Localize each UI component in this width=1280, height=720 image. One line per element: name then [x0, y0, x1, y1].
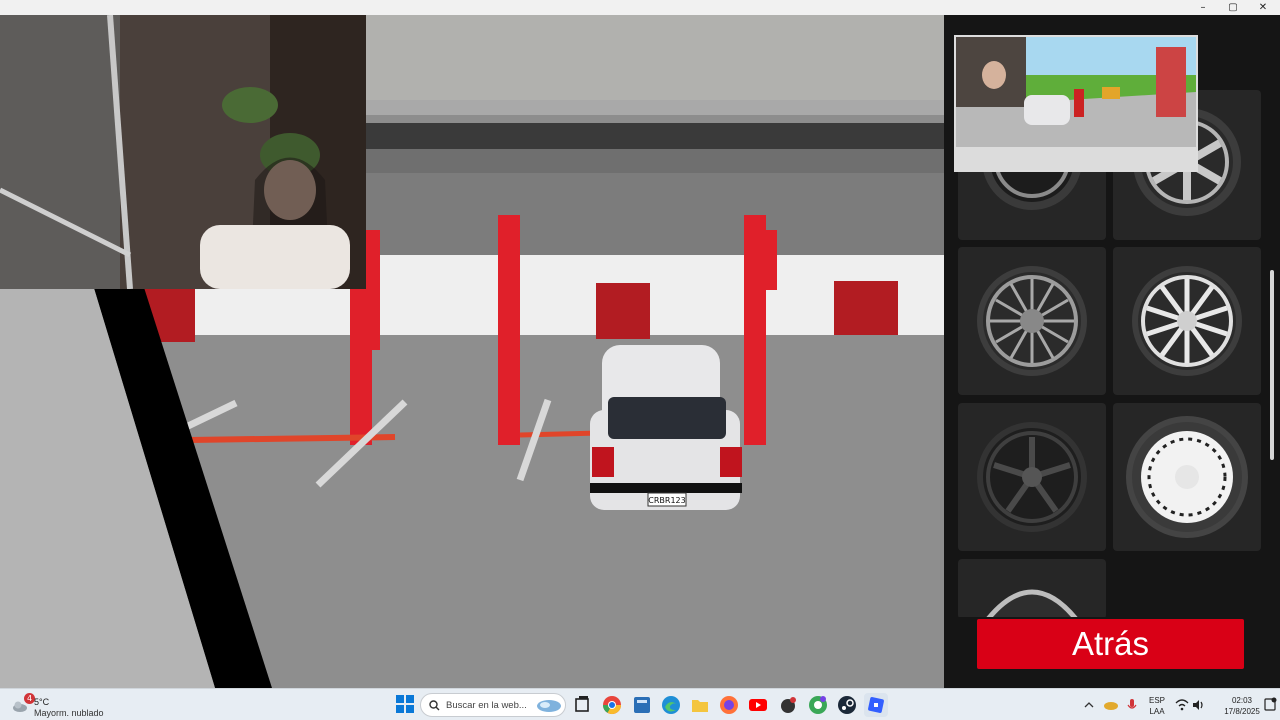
license-plate: CRBR123 [648, 496, 685, 505]
file-explorer-icon[interactable] [688, 693, 712, 717]
windows-start-icon[interactable] [396, 695, 414, 713]
car-rear-window [608, 397, 726, 439]
notification-center-icon[interactable] [1262, 689, 1278, 720]
webcam-feed [0, 15, 366, 289]
maximize-button[interactable]: ▢ [1218, 0, 1248, 15]
wheel-option-6[interactable] [1113, 403, 1261, 551]
wheel-option-5[interactable] [958, 403, 1106, 551]
clock-time: 02:03 [1231, 696, 1253, 705]
ceiling-beam-shadow [366, 149, 944, 174]
weather-widget[interactable]: 4 5°C Mayorm. nublado [8, 692, 128, 718]
clock-date: 17/8/2025 [1224, 707, 1260, 716]
wheel-icon [977, 266, 1087, 376]
preview-image [956, 37, 1196, 170]
clock[interactable]: 02:03 17/8/2025 [1222, 689, 1262, 720]
wheel-icon [1126, 416, 1248, 538]
tool-cabinet-right [834, 281, 898, 335]
tool-cabinet-center [596, 283, 650, 339]
wheel-icon [986, 589, 1078, 617]
wheel-icon [977, 422, 1087, 532]
minimize-button[interactable]: – [1188, 0, 1218, 15]
car-tail-light-left [592, 447, 614, 477]
car-bumper [590, 483, 742, 493]
lift-post-3b [763, 230, 777, 290]
taskbar: 4 5°C Mayorm. nublado Buscar en la web..… [0, 688, 1280, 720]
close-button[interactable]: ✕ [1248, 0, 1278, 15]
calculator-icon[interactable] [630, 693, 654, 717]
ceiling-beam [366, 123, 944, 149]
car[interactable]: CRBR123 [590, 345, 742, 510]
wheel-icon [1132, 266, 1242, 376]
game-viewport[interactable]: CRBR123 [0, 15, 944, 688]
task-view-icon[interactable] [570, 693, 594, 717]
lift-post-3 [744, 215, 766, 445]
keyboard-layout: LAA [1149, 707, 1165, 716]
language-code: ESP [1148, 696, 1165, 705]
lift-rail-center [519, 430, 601, 438]
search-highlight-icon [537, 700, 561, 712]
microphone-icon[interactable] [1124, 689, 1140, 720]
ceiling-texture [366, 15, 944, 100]
lift-post-1b [368, 230, 380, 350]
search-placeholder: Buscar en la web... [446, 700, 527, 711]
preview-window [954, 35, 1198, 172]
scrollbar-thumb[interactable] [1270, 270, 1274, 460]
taskbar-search[interactable]: Buscar en la web... [420, 693, 566, 717]
language-indicator[interactable]: ESP LAA [1144, 689, 1170, 720]
volume-icon[interactable] [1190, 689, 1206, 720]
customization-panel: Atrás [944, 15, 1280, 688]
wifi-icon[interactable] [1174, 689, 1190, 720]
upper-wall [366, 173, 944, 255]
chrome-icon[interactable] [600, 693, 624, 717]
youtube-icon[interactable] [746, 693, 770, 717]
steam-icon[interactable] [835, 693, 859, 717]
edge-icon[interactable] [659, 693, 683, 717]
wheel-option-7[interactable] [958, 559, 1106, 617]
wheel-option-4[interactable] [1113, 247, 1261, 395]
chrome-profile-icon[interactable] [806, 693, 830, 717]
search-icon [429, 700, 440, 711]
weather-description: Mayorm. nublado [34, 708, 104, 718]
weather-temperature: 5°C [34, 697, 50, 707]
wheel-scrollbar[interactable] [1270, 90, 1274, 617]
car-tail-light-right [720, 447, 742, 477]
lift-post-2 [498, 215, 520, 445]
back-button[interactable]: Atrás [977, 619, 1244, 669]
screen: – ▢ ✕ CRBR123 Atrás 4 5°C Mayorm. nublad… [0, 0, 1280, 720]
window-titlebar: – ▢ ✕ [0, 0, 1280, 15]
chevron-up-icon[interactable] [1082, 689, 1096, 720]
wheel-option-3[interactable] [958, 247, 1106, 395]
webcam-overlay [0, 15, 366, 289]
onedrive-icon[interactable] [1102, 689, 1120, 720]
person-hoodie [200, 225, 350, 289]
roblox-icon[interactable] [864, 693, 888, 717]
roblox-studio-icon[interactable] [776, 693, 800, 717]
firefox-icon[interactable] [717, 693, 741, 717]
